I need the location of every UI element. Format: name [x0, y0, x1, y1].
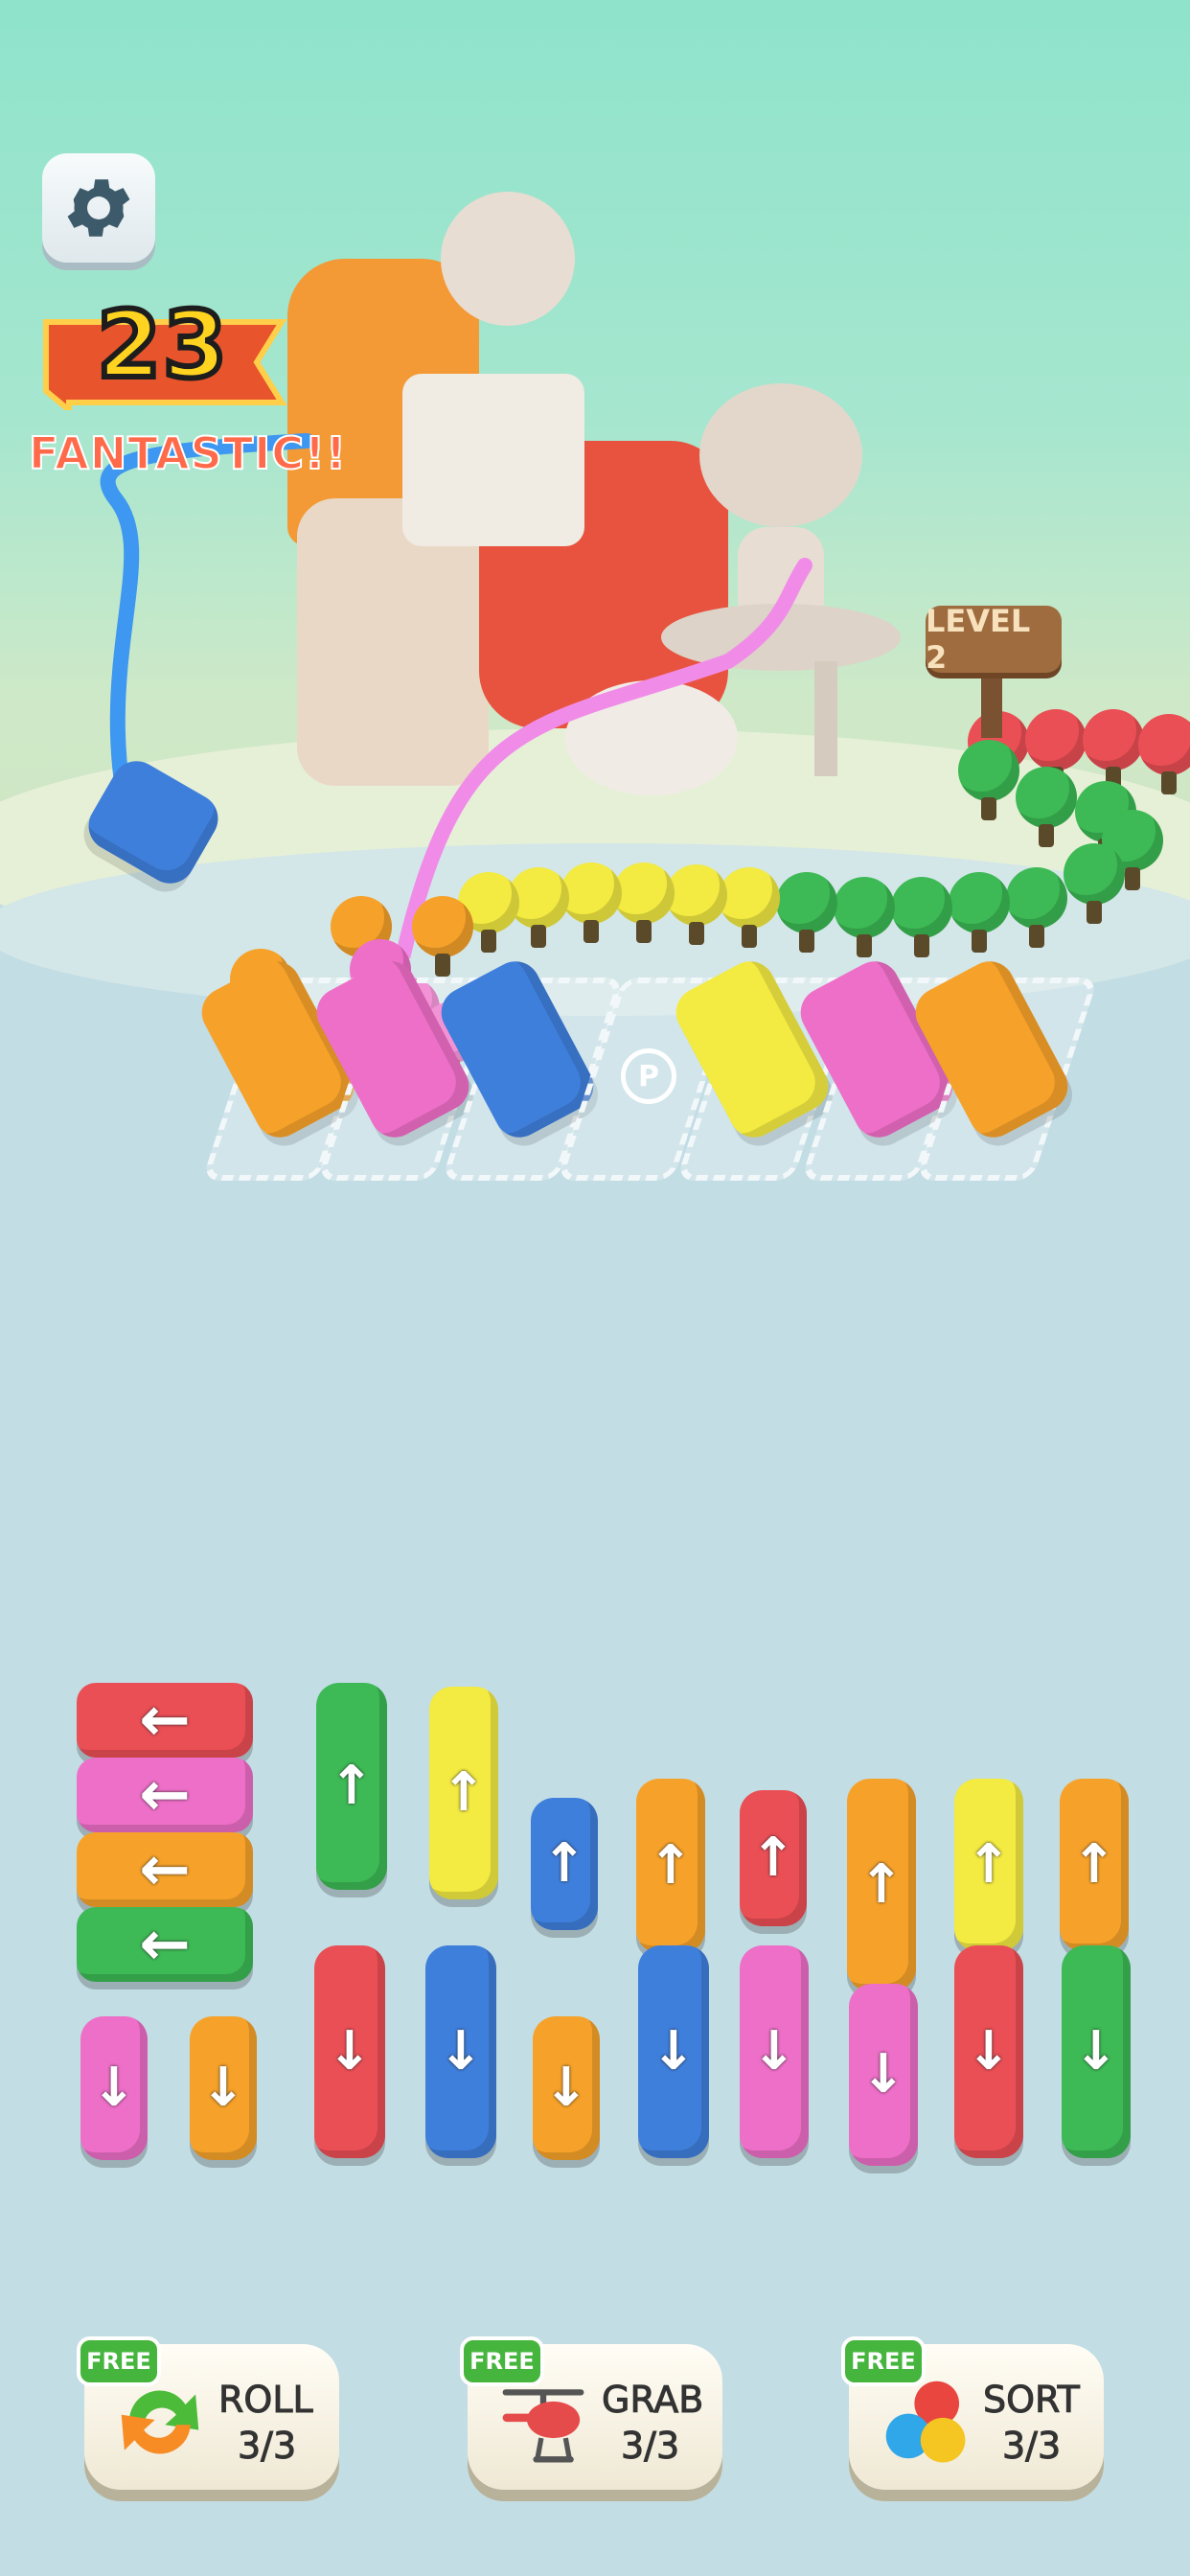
grab-button[interactable]: FREE GRAB 3/3	[460, 2336, 722, 2490]
vehicle-green-bus[interactable]: ↓	[1062, 1945, 1131, 2158]
arrow-down-icon: ↓	[966, 2020, 1012, 2082]
arrow-up-icon: ↑	[750, 1827, 796, 1889]
passenger	[776, 872, 837, 953]
passenger	[834, 877, 895, 957]
roll-label: ROLL	[218, 2379, 314, 2422]
arrow-up-icon: ↑	[648, 1834, 694, 1897]
passenger	[561, 862, 622, 943]
vehicle-orange-bus[interactable]: ←	[77, 1832, 253, 1907]
arrow-up-icon: ↑	[329, 1755, 375, 1817]
roll-button[interactable]: FREE ROLL 3/3	[77, 2336, 339, 2490]
vehicle-orange-bus[interactable]: ↑	[847, 1779, 916, 1991]
vehicle-blue-bus[interactable]: ↓	[638, 1945, 709, 2158]
vehicle-pink-van[interactable]: ↓	[849, 1984, 918, 2166]
passenger	[1006, 867, 1067, 948]
arrow-down-icon: ↓	[651, 2020, 697, 2082]
arrow-up-icon: ↑	[966, 1833, 1012, 1896]
vehicle-red-car[interactable]: ↑	[740, 1790, 807, 1926]
arrow-down-icon: ↓	[860, 2043, 906, 2105]
arrow-left-icon: ←	[139, 1760, 191, 1830]
arrow-down-icon: ↓	[327, 2020, 373, 2082]
sort-balls-icon	[885, 2380, 966, 2463]
arrow-left-icon: ←	[139, 1909, 191, 1980]
level-sign-post	[981, 671, 1002, 738]
vehicle-pink-bus[interactable]: ↓	[740, 1945, 809, 2158]
roll-arrows-icon	[121, 2390, 199, 2454]
passenger	[1083, 709, 1144, 790]
vehicle-yellow-van[interactable]: ↑	[954, 1779, 1023, 1951]
vehicle-pink-bus[interactable]: ←	[77, 1758, 253, 1832]
vehicle-pink-car[interactable]: ↓	[80, 2016, 148, 2160]
grab-count: 3/3	[620, 2425, 680, 2468]
arrow-down-icon: ↓	[438, 2020, 484, 2082]
level-label: LEVEL 2	[926, 603, 1031, 676]
vehicle-red-bus[interactable]: ←	[77, 1683, 253, 1758]
combo-counter: 23	[94, 288, 230, 402]
vehicle-green-bus[interactable]: ←	[77, 1907, 253, 1982]
vehicle-orange-car[interactable]: ↓	[533, 2016, 600, 2160]
vehicle-orange-van[interactable]: ↑	[636, 1779, 705, 1953]
passenger	[1016, 767, 1077, 847]
gear-icon	[67, 179, 130, 237]
vehicle-red-bus[interactable]: ↓	[954, 1945, 1023, 2158]
vehicle-orange-car[interactable]: ↓	[190, 2016, 257, 2160]
arrow-down-icon: ↓	[91, 2057, 137, 2119]
arrow-down-icon: ↓	[200, 2057, 246, 2119]
arrow-down-icon: ↓	[751, 2020, 797, 2082]
arrow-left-icon: ←	[139, 1685, 191, 1756]
combo-message: FANTASTIC!!	[28, 426, 347, 480]
vehicle-red-bus[interactable]: ↓	[314, 1945, 385, 2158]
sort-label: SORT	[983, 2379, 1081, 2422]
arrow-up-icon: ↑	[541, 1832, 587, 1895]
vehicle-blue-car[interactable]: ↑	[531, 1798, 598, 1930]
passenger	[613, 862, 675, 943]
passenger	[958, 740, 1019, 820]
arrow-left-icon: ←	[139, 1834, 191, 1905]
passenger	[666, 864, 727, 945]
passenger	[412, 896, 473, 977]
arrow-up-icon: ↑	[858, 1853, 904, 1916]
passenger	[1064, 843, 1125, 924]
helicopter-icon	[502, 2389, 584, 2463]
passenger	[891, 877, 952, 957]
arrow-down-icon: ↓	[1073, 2020, 1119, 2082]
vehicle-green-bus[interactable]: ↑	[316, 1683, 387, 1890]
sort-button[interactable]: FREE SORT 3/3	[841, 2336, 1104, 2490]
settings-button[interactable]	[42, 153, 155, 263]
passenger	[719, 867, 780, 948]
vehicle-yellow-bus[interactable]: ↑	[429, 1687, 498, 1899]
level-sign: LEVEL 2	[926, 603, 1062, 676]
parking-label: P	[620, 1048, 676, 1104]
arrow-up-icon: ↑	[441, 1761, 487, 1824]
roll-count: 3/3	[237, 2425, 297, 2468]
passenger	[1025, 709, 1087, 790]
arrow-down-icon: ↓	[543, 2057, 589, 2119]
vehicle-blue-bus[interactable]: ↓	[425, 1945, 496, 2158]
grab-label: GRAB	[601, 2379, 704, 2422]
sort-count: 3/3	[1001, 2425, 1062, 2468]
passenger	[949, 872, 1010, 953]
vehicle-orange-van[interactable]: ↑	[1060, 1779, 1129, 1951]
arrow-up-icon: ↑	[1071, 1833, 1117, 1896]
